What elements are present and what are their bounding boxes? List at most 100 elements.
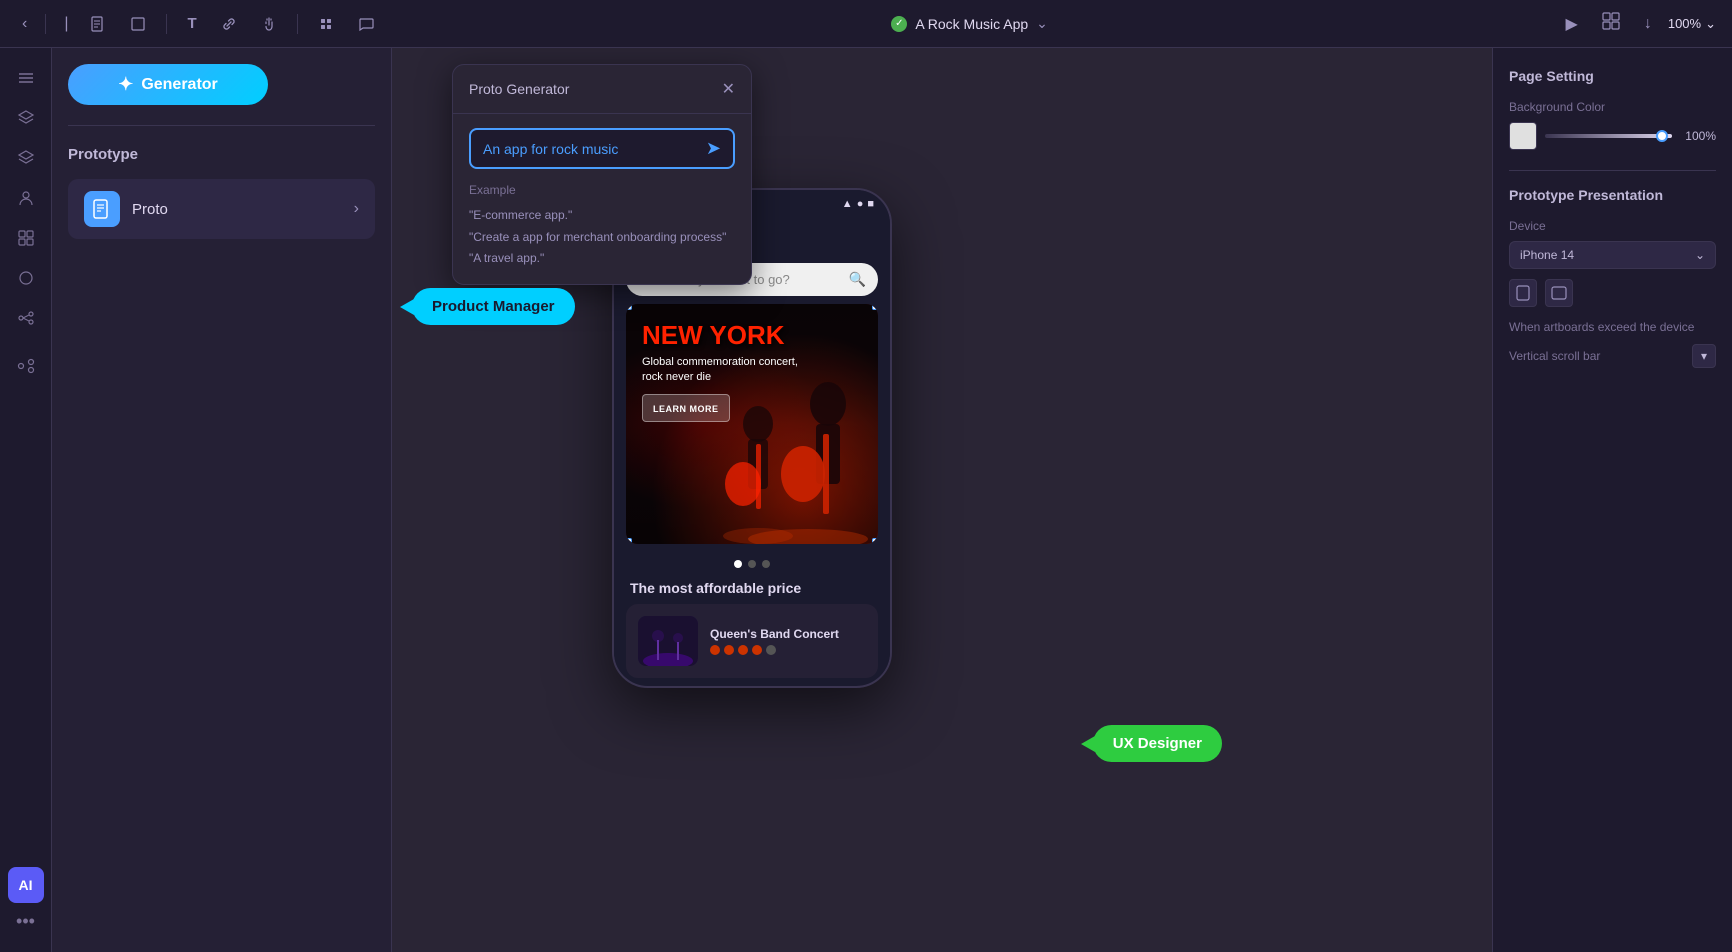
title-check-icon: ✓ xyxy=(891,16,907,32)
modal-title: Proto Generator xyxy=(469,81,569,97)
example-3: "A travel app." xyxy=(469,248,735,270)
example-2: "Create a app for merchant onboarding pr… xyxy=(469,227,735,249)
selection-handle-tr xyxy=(872,304,878,310)
right-panel: Page Setting Background Color 100% Proto… xyxy=(1492,48,1732,952)
exceed-label: When artboards exceed the device xyxy=(1509,319,1716,336)
star-2 xyxy=(724,645,734,655)
grid-button[interactable] xyxy=(1594,8,1628,39)
send-icon: ➤ xyxy=(706,138,721,158)
scroll-select[interactable]: ▾ xyxy=(1692,344,1716,368)
portrait-device-button[interactable] xyxy=(1509,279,1537,307)
device-chevron-icon: ⌄ xyxy=(1695,248,1705,262)
phone-content: ♪ Rock Music Where do you want to go? 🔍 … xyxy=(614,218,890,678)
scroll-row: Vertical scroll bar ▾ xyxy=(1509,344,1716,368)
title-chevron-icon[interactable]: ⌄ xyxy=(1036,15,1048,32)
right-divider xyxy=(1509,170,1716,171)
text-button[interactable]: T xyxy=(179,11,204,36)
dots-indicator xyxy=(614,552,890,576)
proto-generator-modal: Proto Generator ✕ ➤ Example "E-commerce … xyxy=(452,64,752,285)
back-button[interactable]: ‹ xyxy=(16,11,33,37)
comment-button[interactable] xyxy=(350,12,382,36)
product-manager-bubble: Product Manager xyxy=(412,288,575,325)
device-label: Device xyxy=(1509,219,1716,233)
toolbar: ‹ | T ✓ A Rock Music App ⌄ ▶ xyxy=(0,0,1732,48)
star-4 xyxy=(752,645,762,655)
scroll-label: Vertical scroll bar xyxy=(1509,349,1600,363)
sidebar-connect-icon[interactable] xyxy=(8,348,44,384)
ux-designer-tooltip: UX Designer xyxy=(1093,725,1222,762)
star-5 xyxy=(766,645,776,655)
layers-panel: ✦ Generator Prototype Proto › xyxy=(52,48,392,952)
hand-button[interactable] xyxy=(253,12,285,36)
guitarist-svg xyxy=(708,344,878,544)
toolbar-divider-3 xyxy=(297,14,298,34)
sidebar-circle-icon[interactable] xyxy=(8,260,44,296)
ai-button[interactable]: AI xyxy=(8,867,44,903)
modal-header: Proto Generator ✕ xyxy=(453,65,751,114)
status-icons: ▲ ● ■ xyxy=(842,198,874,210)
search-icon: 🔍 xyxy=(849,271,866,288)
app-title: A Rock Music App xyxy=(915,16,1028,32)
link-button[interactable] xyxy=(213,12,245,36)
proto-item-name: Proto xyxy=(132,201,342,218)
star-1 xyxy=(710,645,720,655)
sidebar-components-icon[interactable] xyxy=(8,140,44,176)
prototype-section-title: Prototype xyxy=(68,146,375,163)
battery-icon: ■ xyxy=(867,198,874,210)
selection-handle-tl xyxy=(626,304,632,310)
modal-body: ➤ Example "E-commerce app." "Create a ap… xyxy=(453,114,751,284)
bg-opacity-slider[interactable] xyxy=(1545,134,1672,138)
dot-1 xyxy=(734,560,742,568)
ux-tooltip-arrow-icon xyxy=(1081,736,1095,752)
download-button[interactable]: ↓ xyxy=(1636,11,1660,37)
frame-button[interactable] xyxy=(122,12,154,36)
star-row xyxy=(710,645,866,655)
modal-overlay: Proto Generator ✕ ➤ Example "E-commerce … xyxy=(452,64,752,285)
sidebar-more-icon[interactable]: ••• xyxy=(16,911,35,932)
selection-handle-br xyxy=(872,538,878,544)
component-button[interactable] xyxy=(310,12,342,36)
modal-send-button[interactable]: ➤ xyxy=(706,138,721,159)
new-file-button[interactable] xyxy=(82,12,114,36)
close-icon: ✕ xyxy=(722,81,735,98)
sidebar-flow-icon[interactable] xyxy=(8,300,44,336)
device-select[interactable]: iPhone 14 ⌄ xyxy=(1509,241,1716,269)
landscape-device-button[interactable] xyxy=(1545,279,1573,307)
color-swatch[interactable] xyxy=(1509,122,1537,150)
scroll-value: ▾ xyxy=(1701,349,1707,363)
right-panel-title: Page Setting xyxy=(1509,68,1716,84)
concert-info: Queen's Band Concert xyxy=(710,627,866,655)
modal-close-button[interactable]: ✕ xyxy=(722,79,735,99)
main-canvas: Proto Generator ✕ ➤ Example "E-commerce … xyxy=(392,48,1492,952)
sidebar-layers-icon[interactable] xyxy=(8,100,44,136)
proto-arrow-icon: › xyxy=(354,200,359,218)
device-value: iPhone 14 xyxy=(1520,248,1574,262)
toolbar-center: ✓ A Rock Music App ⌄ xyxy=(382,15,1558,32)
forward-button[interactable]: | xyxy=(58,11,74,37)
product-manager-tooltip: Product Manager xyxy=(412,288,575,325)
panel-divider xyxy=(68,125,375,126)
play-button[interactable]: ▶ xyxy=(1558,10,1586,38)
section-title: The most affordable price xyxy=(614,576,890,604)
bg-color-label: Background Color xyxy=(1509,100,1716,114)
modal-input[interactable] xyxy=(483,141,706,157)
sidebar-menu-icon[interactable] xyxy=(8,60,44,96)
device-icons xyxy=(1509,279,1716,307)
proto-item[interactable]: Proto › xyxy=(68,179,375,239)
wifi-icon: ● xyxy=(857,198,864,210)
sidebar-grid-icon[interactable] xyxy=(8,220,44,256)
color-row: 100% xyxy=(1509,122,1716,150)
bg-color-section: Background Color 100% xyxy=(1509,100,1716,150)
sparkle-icon: ✦ xyxy=(118,74,133,95)
toolbar-divider-2 xyxy=(166,14,167,34)
generator-button[interactable]: ✦ Generator xyxy=(68,64,268,105)
left-sidebar: AI ••• xyxy=(0,48,52,952)
concert-card[interactable]: Queen's Band Concert xyxy=(626,604,878,678)
tooltip-arrow-icon xyxy=(400,299,414,315)
modal-input-wrap: ➤ xyxy=(469,128,735,169)
zoom-control[interactable]: 100% ⌄ xyxy=(1668,16,1716,32)
generator-label: Generator xyxy=(141,76,217,94)
sidebar-profile-icon[interactable] xyxy=(8,180,44,216)
concert-name: Queen's Band Concert xyxy=(710,627,866,641)
toolbar-left: ‹ | T xyxy=(16,11,382,37)
